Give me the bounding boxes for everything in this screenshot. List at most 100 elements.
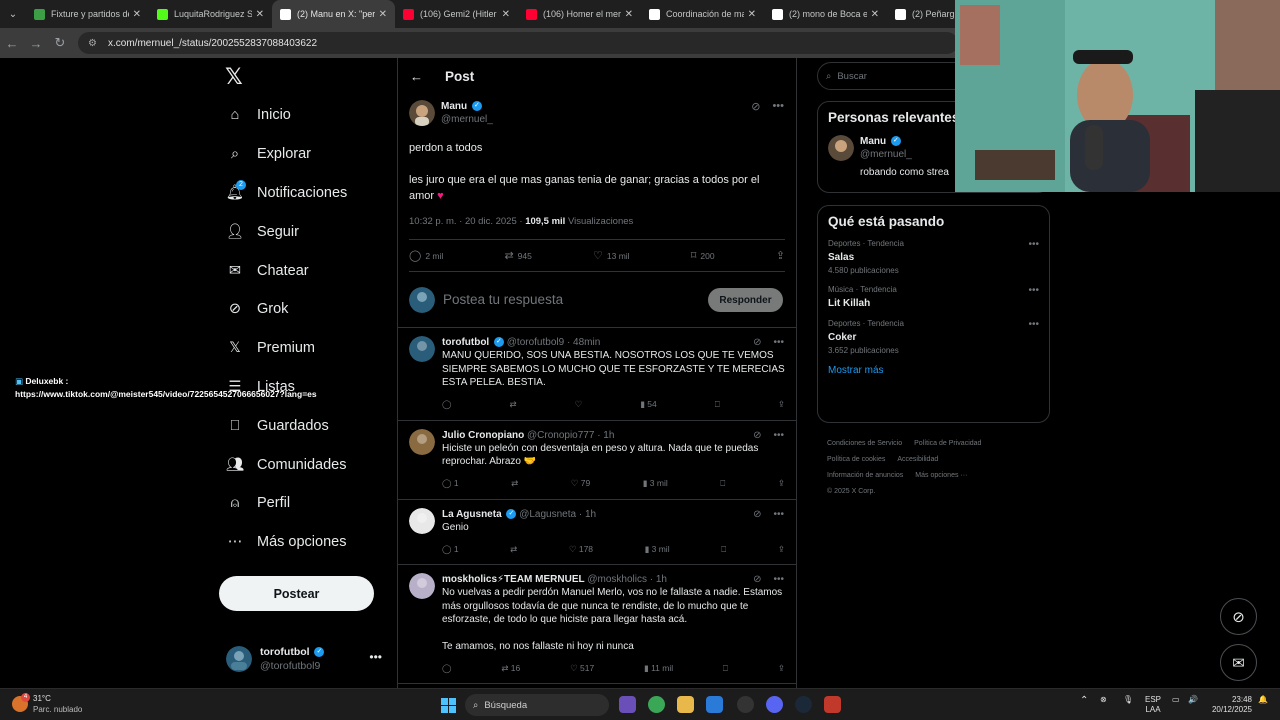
reply-author[interactable]: torofutbol: [442, 337, 489, 348]
author-handle[interactable]: @mernuel_: [441, 113, 493, 126]
close-icon[interactable]: ✕: [871, 9, 879, 20]
post-button[interactable]: Postear: [219, 576, 374, 611]
avatar[interactable]: [409, 100, 435, 126]
trend-item[interactable]: Deportes · Tendencia Salas 4.580 publicaci…: [828, 239, 1039, 275]
avatar[interactable]: [409, 336, 435, 362]
close-icon[interactable]: ✕: [133, 9, 141, 20]
share-icon[interactable]: ⇪: [778, 399, 785, 410]
back-arrow-icon[interactable]: ←: [410, 69, 423, 84]
repost-button[interactable]: ⇄: [510, 399, 517, 410]
display-icon[interactable]: ▭: [1172, 695, 1180, 704]
more-icon[interactable]: •••: [773, 509, 784, 520]
discord-icon[interactable]: [766, 696, 783, 713]
chat-app-icon[interactable]: [619, 696, 636, 713]
more-icon[interactable]: •••: [773, 430, 784, 441]
weather-widget[interactable]: 4 31°C Parc. nublado: [12, 693, 82, 715]
trend-item[interactable]: Música · Tendencia Lit Killah •••: [828, 285, 1039, 309]
avatar[interactable]: [409, 428, 435, 455]
grok-icon[interactable]: ⊘: [753, 337, 761, 348]
sidebar-item-explorar[interactable]: ⌕ Explorar: [222, 135, 347, 174]
browser-tab[interactable]: Coordinación de mar ✕: [641, 0, 764, 28]
close-icon[interactable]: ✕: [256, 9, 264, 20]
views-button[interactable]: ▮ 3 mil: [643, 478, 668, 489]
more-icon[interactable]: •••: [1028, 239, 1039, 250]
like-button[interactable]: ♡ 178: [569, 544, 593, 555]
steam-icon[interactable]: [795, 696, 812, 713]
more-icon[interactable]: •••: [772, 100, 784, 113]
reply-handle[interactable]: @Cronopio777 · 1h: [527, 430, 614, 441]
footer-link[interactable]: Política de cookies: [827, 456, 885, 463]
browser-tab[interactable]: (106) Homer el mero ✕: [518, 0, 641, 28]
bookmark-icon[interactable]: ⎕: [715, 399, 720, 410]
footer-link[interactable]: Política de Privacidad: [914, 440, 981, 447]
close-icon[interactable]: ✕: [625, 9, 633, 20]
start-button[interactable]: [441, 698, 456, 713]
respond-button[interactable]: Responder: [708, 288, 783, 312]
reply-author[interactable]: La Agusneta: [442, 509, 502, 520]
messages-fab[interactable]: ✉: [1220, 644, 1257, 681]
sidebar-item-chatear[interactable]: ✉ Chatear: [222, 251, 347, 290]
sidebar-item-inicio[interactable]: ⌂ Inicio: [222, 96, 347, 135]
footer-link[interactable]: Accesibilidad: [897, 456, 938, 463]
x-logo[interactable]: 𝕏: [225, 64, 243, 90]
clock[interactable]: 23:48 20/12/2025: [1208, 695, 1252, 715]
network-icon[interactable]: ⊗: [1100, 695, 1107, 704]
post-time[interactable]: 10:32 p. m. · 20 dic. 2025 ·: [409, 216, 523, 227]
sidebar-item-más-opciones[interactable]: ⋯ Más opciones: [222, 523, 347, 562]
sidebar-item-comunidades[interactable]: 👥︎ Comunidades: [222, 445, 347, 484]
grok-icon[interactable]: ⊘: [753, 574, 761, 585]
more-icon[interactable]: •••: [369, 650, 382, 664]
language-indicator[interactable]: ESP LAA: [1145, 695, 1161, 715]
sidebar-item-seguir[interactable]: 👤︎ Seguir: [222, 212, 347, 251]
views-button[interactable]: ▮ 54: [640, 399, 657, 410]
more-icon[interactable]: •••: [773, 574, 784, 585]
reply-button[interactable]: ◯ 1: [442, 478, 459, 489]
browser-tab[interactable]: Fixture y partidos de ✕: [26, 0, 149, 28]
close-icon[interactable]: ✕: [502, 9, 510, 20]
chevron-up-icon[interactable]: ⌃: [1080, 695, 1088, 706]
show-more-link[interactable]: Mostrar más: [828, 365, 1039, 376]
footer-link[interactable]: © 2025 X Corp.: [827, 488, 875, 495]
like-button[interactable]: ♡: [575, 399, 583, 410]
browser-tab[interactable]: (2) Manu en X: "perdo ✕: [272, 0, 395, 28]
reply-button[interactable]: ◯ 1: [442, 544, 459, 555]
more-icon[interactable]: •••: [1028, 319, 1039, 330]
reply-handle[interactable]: @Lagusneta · 1h: [519, 509, 596, 520]
sidebar-item-notificaciones[interactable]: 🔔︎ 2 Notificaciones: [222, 174, 347, 213]
forward-button[interactable]: →: [24, 36, 48, 51]
close-icon[interactable]: ✕: [748, 9, 756, 20]
bookmark-icon[interactable]: ⎕: [723, 663, 728, 674]
taskbar-search[interactable]: ⌕ Búsqueda: [465, 694, 609, 716]
reply-handle[interactable]: @torofutbol9 · 48min: [507, 337, 601, 348]
bookmark-icon[interactable]: ⎕: [720, 478, 725, 489]
reply-post[interactable]: La Agusneta ✓ @Lagusneta · 1h Genio ◯ 1 …: [398, 500, 796, 565]
browser-tab[interactable]: LuquitaRodriguez Str ✕: [149, 0, 272, 28]
share-icon[interactable]: ⇪: [778, 544, 785, 555]
share-icon[interactable]: ⇪: [778, 478, 785, 489]
more-icon[interactable]: •••: [1028, 285, 1039, 296]
footer-link[interactable]: Más opciones ···: [915, 472, 967, 479]
obs-icon[interactable]: [737, 696, 754, 713]
like-button[interactable]: ♡ 13 mil: [593, 249, 630, 262]
browser-tab[interactable]: (106) Gemi2 (Hitler M ✕: [395, 0, 518, 28]
reply-button[interactable]: ◯ 2 mil: [409, 249, 443, 262]
footer-link[interactable]: Condiciones de Servicio: [827, 440, 902, 447]
volume-icon[interactable]: 🔊: [1188, 695, 1198, 704]
bookmark-button[interactable]: ⌑ 200: [691, 249, 715, 262]
reload-button[interactable]: ↻: [48, 35, 72, 51]
views-button[interactable]: ▮ 11 mil: [644, 663, 673, 674]
share-icon[interactable]: ⇪: [778, 663, 785, 674]
footer-link[interactable]: Información de anuncios: [827, 472, 903, 479]
notification-bell-icon[interactable]: 🔔: [1258, 695, 1268, 704]
site-info-icon[interactable]: ⚙: [88, 38, 100, 49]
author-name[interactable]: Manu: [441, 101, 467, 112]
sidebar-item-perfil[interactable]: ⍝ Perfil: [222, 484, 347, 523]
reply-button[interactable]: ◯: [442, 399, 452, 410]
grok-icon[interactable]: ⊘: [753, 430, 761, 441]
close-icon[interactable]: ✕: [379, 9, 387, 20]
reply-post[interactable]: torofutbol ✓ @torofutbol9 · 48min MANU Q…: [398, 328, 796, 421]
grok-fab[interactable]: ⊘: [1220, 598, 1257, 635]
mic-icon[interactable]: 🎙: [1123, 695, 1133, 704]
store-icon[interactable]: [706, 696, 723, 713]
reply-author[interactable]: moskholics⚡TEAM MERNUEL: [442, 574, 585, 585]
